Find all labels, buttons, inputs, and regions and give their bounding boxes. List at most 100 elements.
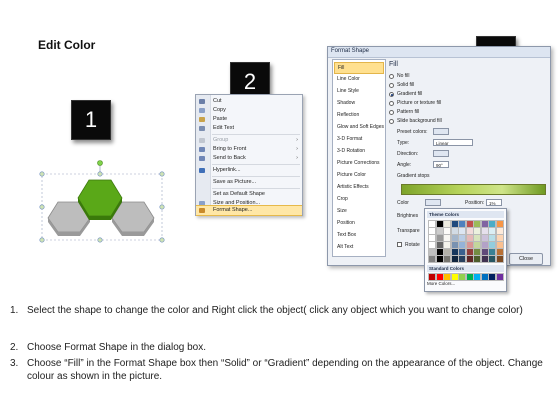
hexagon-shapes[interactable] <box>34 156 174 246</box>
radio-picture-fill[interactable] <box>389 101 394 106</box>
rotation-handle <box>97 160 103 166</box>
category-position[interactable]: Position <box>334 218 384 230</box>
menu-item-label: Edit Text <box>213 125 234 131</box>
menu-item-group[interactable]: Group › <box>196 136 302 145</box>
transparency-label: Transpare <box>397 228 420 234</box>
step-1-badge: 1 <box>71 100 111 140</box>
category-fill[interactable]: Fill <box>334 62 384 74</box>
menu-item-label: Copy <box>213 107 226 113</box>
color-picker-button[interactable] <box>425 199 441 206</box>
menu-item-label: Format Shape... <box>213 207 253 213</box>
position-input[interactable]: 1% <box>486 199 502 206</box>
radio-label: Slide background fill <box>397 118 442 124</box>
category-shadow[interactable]: Shadow <box>334 98 384 110</box>
category-picture-color[interactable]: Picture Color <box>334 170 384 182</box>
hyperlink-icon <box>199 168 205 173</box>
radio-no-fill[interactable] <box>389 74 394 79</box>
menu-item-label: Group <box>213 137 229 143</box>
instruction-2: 2. Choose Format Shape in the dialog box. <box>10 341 550 354</box>
gradient-stops-bar[interactable] <box>401 184 546 195</box>
resize-handle <box>97 171 103 177</box>
category-picture-corrections[interactable]: Picture Corrections <box>334 158 384 170</box>
menu-separator <box>212 188 300 189</box>
more-colors-link[interactable]: More Colors... <box>427 281 455 286</box>
standard-colors-header: Standard Colors <box>427 265 504 272</box>
context-menu: Cut Copy Paste Edit Text Group › Bring to… <box>195 94 303 216</box>
section-header-fill: Fill <box>389 61 398 68</box>
category-artistic-effects[interactable]: Artistic Effects <box>334 182 384 194</box>
submenu-arrow-icon: › <box>296 146 298 152</box>
radio-gradient-fill[interactable] <box>389 92 394 97</box>
paste-icon <box>199 117 205 122</box>
radio-pattern-fill[interactable] <box>389 110 394 115</box>
angle-input[interactable]: 90° <box>433 161 449 168</box>
color-label: Color <box>397 200 409 206</box>
direction-label: Direction: <box>397 151 419 157</box>
category-alt-text[interactable]: Alt Text <box>334 242 384 254</box>
menu-item-edit-text[interactable]: Edit Text <box>196 124 302 133</box>
category-line-color[interactable]: Line Color <box>334 74 384 86</box>
menu-separator <box>212 176 300 177</box>
type-select[interactable]: Linear <box>433 139 473 146</box>
menu-item-label: Set as Default Shape <box>213 191 265 197</box>
rotate-with-shape-checkbox[interactable] <box>397 242 402 247</box>
theme-colors-header: Theme Colors <box>427 211 504 218</box>
page-title: Edit Color <box>38 38 96 52</box>
menu-item-label: Cut <box>213 98 222 104</box>
menu-item-label: Save as Picture... <box>213 179 257 185</box>
preset-colors-button[interactable] <box>433 128 449 135</box>
menu-item-set-default-shape[interactable]: Set as Default Shape <box>196 190 302 199</box>
theme-color-swatch[interactable] <box>495 255 504 263</box>
instruction-number: 2. <box>10 342 19 353</box>
radio-solid-fill[interactable] <box>389 83 394 88</box>
instruction-1: 1. Select the shape to change the color a… <box>10 304 550 317</box>
instruction-3: 3. Choose “Fill” in the Format Shape box … <box>10 357 550 383</box>
format-shape-icon <box>199 208 205 213</box>
category-3d-rotation[interactable]: 3-D Rotation <box>334 146 384 158</box>
resize-handle <box>39 237 45 243</box>
menu-item-bring-to-front[interactable]: Bring to Front › <box>196 145 302 154</box>
menu-item-save-as-picture[interactable]: Save as Picture... <box>196 178 302 187</box>
category-list: Fill Line Color Line Style Shadow Reflec… <box>332 59 386 257</box>
menu-item-paste[interactable]: Paste <box>196 115 302 124</box>
standard-color-swatch[interactable] <box>495 273 504 281</box>
radio-label: Solid fill <box>397 82 415 88</box>
category-3d-format[interactable]: 3-D Format <box>334 134 384 146</box>
menu-item-cut[interactable]: Cut <box>196 97 302 106</box>
menu-item-format-shape[interactable]: Format Shape... <box>196 205 302 216</box>
position-label: Position: <box>465 200 485 206</box>
menu-item-send-to-back[interactable]: Send to Back › <box>196 154 302 163</box>
edit-text-icon <box>199 126 205 131</box>
resize-handle <box>159 171 165 177</box>
close-button[interactable]: Close <box>509 253 543 265</box>
color-palette-popup: Theme Colors Standard Colors More Colors… <box>424 208 507 292</box>
radio-label: Picture or texture fill <box>397 100 442 106</box>
preset-colors-label: Preset colors: <box>397 129 428 135</box>
category-size[interactable]: Size <box>334 206 384 218</box>
menu-item-copy[interactable]: Copy <box>196 106 302 115</box>
direction-button[interactable] <box>433 150 449 157</box>
angle-label: Angle: <box>397 162 412 168</box>
category-reflection[interactable]: Reflection <box>334 110 384 122</box>
resize-handle <box>159 237 165 243</box>
category-crop[interactable]: Crop <box>334 194 384 206</box>
radio-label: Gradient fill <box>397 91 423 97</box>
radio-label: Pattern fill <box>397 109 420 115</box>
menu-item-label: Bring to Front <box>213 146 247 152</box>
instruction-text: Choose Format Shape in the dialog box. <box>27 342 206 353</box>
dialog-title: Format Shape <box>331 48 370 54</box>
category-line-style[interactable]: Line Style <box>334 86 384 98</box>
radio-slide-background-fill[interactable] <box>389 119 394 124</box>
instruction-text: Select the shape to change the color and… <box>27 305 523 316</box>
resize-handle <box>97 237 103 243</box>
radio-label: No fill <box>397 73 410 79</box>
menu-separator <box>212 164 300 165</box>
menu-item-hyperlink[interactable]: Hyperlink... <box>196 166 302 175</box>
submenu-arrow-icon: › <box>296 137 298 143</box>
category-glow[interactable]: Glow and Soft Edges <box>334 122 384 134</box>
resize-handle <box>39 171 45 177</box>
copy-icon <box>199 108 205 113</box>
category-text-box[interactable]: Text Box <box>334 230 384 242</box>
bring-to-front-icon <box>199 147 205 152</box>
menu-separator <box>212 134 300 135</box>
